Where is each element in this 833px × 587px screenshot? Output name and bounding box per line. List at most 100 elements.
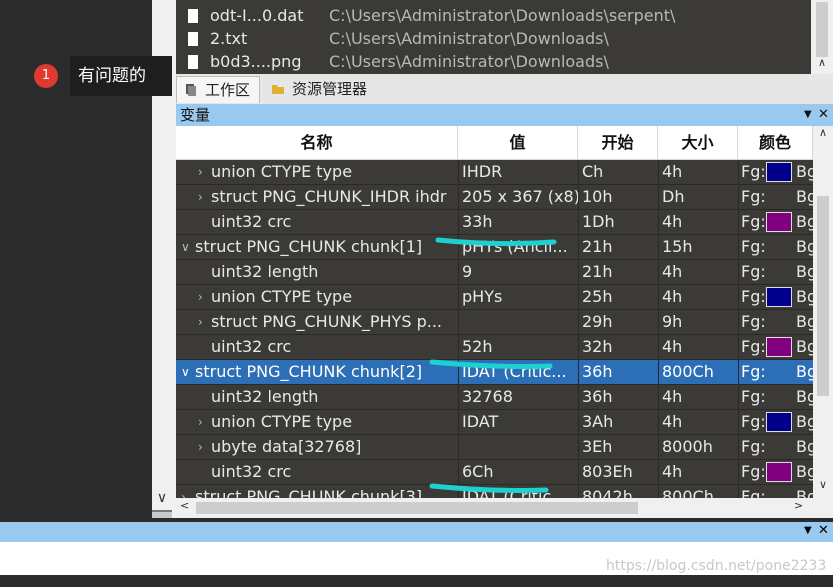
tab-workspace[interactable]: 工作区	[176, 76, 260, 103]
cell-value: IDAT (Critic...	[458, 485, 578, 498]
scroll-down-icon[interactable]: ∨	[813, 478, 833, 496]
cell-name: union CTYPE type	[211, 287, 353, 306]
bg-label: Bg	[796, 312, 813, 331]
column-header-value[interactable]: 值	[458, 126, 578, 160]
scroll-thumb[interactable]	[817, 196, 829, 396]
scroll-thumb[interactable]	[816, 2, 828, 57]
table-row[interactable]: ›ubyte data[32768]3Eh8000hFg:Bg	[176, 435, 813, 460]
fg-label: Fg:	[741, 187, 766, 206]
bg-label: Bg	[796, 237, 813, 256]
bg-label: Bg	[796, 462, 813, 481]
table-row[interactable]: › struct PNG_CHUNK chunk[3] IDAT (Critic..…	[176, 485, 813, 498]
variables-table: 名称 值 开始 大小 颜色 › union CTYPE type IHDR Ch 4h F…	[176, 126, 813, 498]
fg-label: Fg:	[741, 212, 766, 231]
close-icon[interactable]: ✕	[818, 104, 829, 126]
list-item[interactable]: b0d3....png C:\Users\Administrator\Downl…	[176, 52, 811, 74]
cell-value	[458, 435, 578, 459]
cell-name: union CTYPE type	[211, 162, 353, 181]
scroll-left-icon[interactable]: <	[180, 499, 189, 512]
table-vertical-scrollbar[interactable]: ∧ ∨	[813, 126, 833, 498]
color-swatch[interactable]	[766, 462, 792, 482]
file-icon	[188, 55, 198, 69]
color-swatch[interactable]	[766, 212, 792, 232]
variables-panel-title: 变量 ▼ ✕	[176, 104, 833, 126]
cell-color: Fg: Bg	[738, 185, 813, 209]
cell-color: Fg: Bg	[738, 460, 813, 484]
table-row[interactable]: ›struct PNG_CHUNK_PHYS p...29h9hFg:Bg	[176, 310, 813, 335]
bg-label: Bg	[796, 362, 813, 381]
fg-label: Fg:	[741, 487, 766, 498]
panel-tabs: 工作区 资源管理器	[176, 74, 833, 105]
fg-label: Fg:	[741, 462, 766, 481]
table-row[interactable]: ›union CTYPE typeIHDRCh4hFg:Bg	[176, 160, 813, 185]
cell-value: IDAT (Critic...	[458, 360, 578, 384]
cell-name: struct PNG_CHUNK chunk[2]	[195, 362, 423, 381]
cell-size: 4h	[658, 160, 738, 184]
scroll-up-icon[interactable]: ∧	[813, 126, 833, 144]
fg-label: Fg:	[741, 237, 766, 256]
file-name: 2.txt	[210, 29, 248, 48]
table-row[interactable]: ∨ struct PNG_CHUNK chunk[2] IDAT (Critic..…	[176, 360, 813, 385]
status-strip	[0, 575, 833, 587]
table-horizontal-scrollbar[interactable]: < >	[176, 498, 833, 518]
cell-start: 10h	[578, 185, 658, 209]
cell-size: 15h	[658, 235, 738, 259]
cell-size: 4h	[658, 260, 738, 284]
color-swatch[interactable]	[766, 337, 792, 357]
scroll-down-icon[interactable]: ∨	[152, 488, 172, 510]
cell-value: IHDR	[458, 160, 578, 184]
cell-size: Dh	[658, 185, 738, 209]
cell-value: 33h	[458, 210, 578, 234]
cell-start: 3Ah	[578, 410, 658, 434]
cell-name: struct PNG_CHUNK_PHYS p...	[211, 312, 442, 331]
cell-color: Fg: Bg	[738, 385, 813, 409]
table-row[interactable]: uint32 length 3276836h4hFg: Bg	[176, 385, 813, 410]
fg-label: Fg:	[741, 437, 766, 456]
cell-value: 52h	[458, 335, 578, 359]
table-row[interactable]: uint32 crc 6Ch803Eh4hFg: Bg	[176, 460, 813, 485]
column-header-size[interactable]: 大小	[658, 126, 738, 160]
column-header-start[interactable]: 开始	[578, 126, 658, 160]
table-row[interactable]: uint32 crc 52h32h4hFg: Bg	[176, 335, 813, 360]
tab-label: 工作区	[205, 81, 251, 99]
table-row[interactable]: ›union CTYPE typepHYs25h4hFg:Bg	[176, 285, 813, 310]
scroll-up-icon[interactable]: ∧	[811, 56, 833, 74]
tab-explorer[interactable]: 资源管理器	[264, 76, 374, 102]
cell-value: 6Ch	[458, 460, 578, 484]
file-list-scrollbar[interactable]: ∧	[811, 0, 833, 74]
table-row[interactable]: uint32 length 921h4hFg: Bg	[176, 260, 813, 285]
scroll-right-icon[interactable]: >	[794, 499, 803, 512]
cell-size: 4h	[658, 385, 738, 409]
table-row[interactable]: ›union CTYPE typeIDAT3Ah4hFg:Bg	[176, 410, 813, 435]
cell-name: uint32 length	[211, 387, 319, 406]
color-swatch[interactable]	[766, 412, 792, 432]
dropdown-icon[interactable]: ▼	[804, 104, 812, 126]
list-item[interactable]: odt-I...0.dat C:\Users\Administrator\Dow…	[176, 6, 811, 28]
cell-size: 9h	[658, 310, 738, 334]
cell-color: Fg: Bg	[738, 210, 813, 234]
fg-label: Fg:	[741, 262, 766, 281]
table-row[interactable]: ∨ struct PNG_CHUNK chunk[1] pHYs (Ancil...…	[176, 235, 813, 260]
scroll-thumb[interactable]	[196, 502, 638, 514]
column-header-name[interactable]: 名称	[176, 126, 458, 160]
bg-label: Bg	[796, 187, 813, 206]
dropdown-icon[interactable]: ▼	[804, 525, 812, 536]
annotation-tooltip: 有问题的	[70, 56, 172, 96]
cell-size: 8000h	[658, 435, 738, 459]
table-row[interactable]: › struct PNG_CHUNK_IHDR ihdr 205 x 367 (x8…	[176, 185, 813, 210]
folder-icon	[272, 85, 284, 94]
workspace-icon	[186, 84, 196, 96]
bg-label: Bg	[796, 262, 813, 281]
list-item[interactable]: 2.txt C:\Users\Administrator\Downloads\	[176, 29, 811, 51]
cell-color: Fg: Bg	[738, 410, 813, 434]
cell-color: Fg: Bg	[738, 160, 813, 184]
cell-color: Fg: Bg	[738, 335, 813, 359]
color-swatch[interactable]	[766, 162, 792, 182]
table-row[interactable]: uint32 crc 33h1Dh4hFg: Bg	[176, 210, 813, 235]
cell-name: union CTYPE type	[211, 412, 353, 431]
close-icon[interactable]: ✕	[818, 523, 829, 538]
cell-name: uint32 crc	[211, 337, 292, 356]
splitter-handle[interactable]	[152, 510, 172, 518]
column-header-color[interactable]: 颜色	[738, 126, 813, 160]
color-swatch[interactable]	[766, 287, 792, 307]
